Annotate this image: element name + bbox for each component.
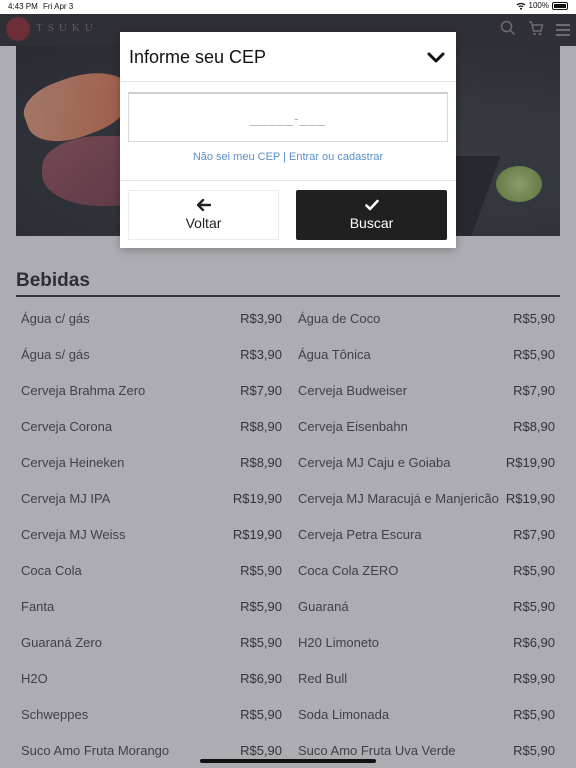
modal-divider-bottom (120, 180, 456, 181)
checkmark-icon (364, 199, 379, 211)
login-link[interactable]: Entrar ou cadastrar (289, 151, 383, 163)
status-date: Fri Apr 3 (43, 2, 74, 11)
link-separator: | (283, 151, 286, 163)
modal-title: Informe seu CEP (129, 47, 267, 67)
battery-icon (552, 1, 568, 10)
search-button[interactable]: Buscar (296, 190, 447, 240)
chevron-down-icon[interactable] (426, 48, 446, 68)
cep-modal: Informe seu CEP Não sei meu CEP | Entrar… (120, 32, 456, 248)
home-indicator (200, 759, 376, 763)
cep-input[interactable] (128, 92, 448, 142)
status-right: 100% (516, 1, 568, 10)
back-button-label: Voltar (185, 215, 222, 231)
battery-percent: 100% (528, 1, 549, 10)
status-time: 4:43 PM (8, 2, 38, 11)
back-button[interactable]: Voltar (128, 190, 279, 240)
modal-divider-top (120, 81, 456, 82)
unknown-cep-link[interactable]: Não sei meu CEP (193, 151, 280, 163)
arrow-left-icon (196, 199, 211, 211)
wifi-icon (516, 2, 525, 10)
search-button-label: Buscar (349, 215, 394, 231)
modal-links: Não sei meu CEP | Entrar ou cadastrar (120, 151, 456, 163)
status-bar: 4:43 PM Fri Apr 3 100% (0, 0, 576, 14)
